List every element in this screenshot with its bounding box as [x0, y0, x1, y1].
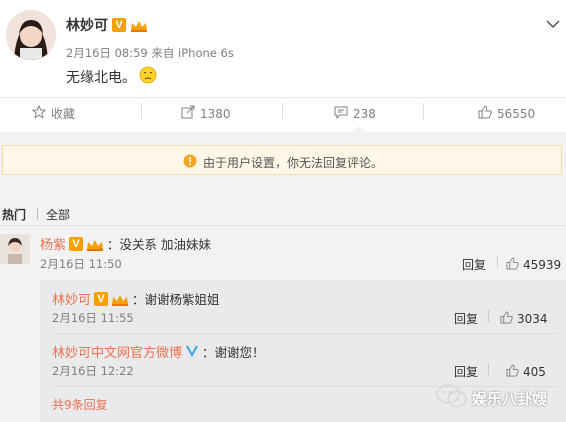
sad-face-emoji-icon [139, 66, 157, 88]
thumbs-up-icon [506, 362, 519, 381]
more-replies-link[interactable]: 共9条回复 [52, 396, 108, 413]
forward-button[interactable]: 1380 [181, 104, 231, 123]
reply-like-button[interactable]: 3034 [500, 309, 548, 328]
post-text: 无缘北电。 [66, 70, 136, 86]
verified-v-icon: V [112, 18, 126, 32]
like-button[interactable]: 56550 [478, 104, 535, 123]
verified-blue-v-icon [185, 342, 199, 361]
comment-like-button[interactable]: 45939 [506, 255, 561, 274]
commenter-avatar[interactable] [0, 234, 30, 264]
notice-text: 由于用户设置，你无法回复评论。 [203, 156, 384, 170]
wechat-icon [436, 383, 468, 413]
vip-crown-icon [130, 18, 148, 32]
reply-button[interactable]: 回复 [462, 256, 486, 273]
notice-box: 由于用户设置，你无法回复评论。 [2, 145, 562, 175]
verified-v-icon: V [69, 236, 84, 251]
comment-text: ：没关系 加油妹妹 [107, 237, 211, 252]
vip-crown-icon [111, 292, 129, 306]
reply-text: ：谢谢杨紫姐姐 [132, 292, 220, 307]
tab-hot[interactable]: 热门 [2, 206, 26, 223]
reply-like-button[interactable]: 405 [506, 362, 546, 381]
tab-all[interactable]: 全部 [46, 206, 70, 223]
reply-text: ：谢谢您！ [202, 345, 265, 360]
comment-icon [334, 104, 348, 123]
reply-button[interactable]: 回复 [454, 310, 478, 327]
forward-icon [181, 104, 195, 123]
comment-time: 2月16日 11:50 [40, 257, 122, 271]
reply-button[interactable]: 回复 [454, 363, 478, 380]
thumbs-up-icon [478, 104, 492, 123]
comment-button[interactable]: 238 [334, 104, 376, 123]
favorite-button[interactable]: 收藏 [31, 104, 75, 123]
post-author-name[interactable]: 林妙可 [66, 15, 108, 35]
verified-v-icon: V [94, 291, 109, 306]
star-icon [31, 104, 47, 123]
post-meta: 2月16日 08:59 来自 iPhone 6s [66, 46, 234, 60]
reply-author-name[interactable]: 林妙可 [52, 289, 91, 308]
comment-author-name[interactable]: 杨紫 [40, 234, 66, 253]
author-avatar[interactable] [6, 10, 56, 60]
warning-icon [183, 153, 197, 172]
thumbs-up-icon [500, 309, 513, 328]
reply-time: 2月16日 12:22 [52, 364, 134, 378]
action-bar: 收藏 1380 238 56550 [0, 98, 566, 126]
watermark-text: 娱乐八卦嫂 [472, 389, 548, 408]
vip-crown-icon [86, 237, 104, 251]
chevron-down-icon[interactable] [546, 14, 560, 33]
reply-time: 2月16日 11:55 [52, 311, 134, 325]
reply-author-name[interactable]: 林妙可中文网官方微博 [52, 342, 182, 361]
watermark: 娱乐八卦嫂 [436, 383, 547, 413]
thumbs-up-icon [506, 255, 519, 274]
